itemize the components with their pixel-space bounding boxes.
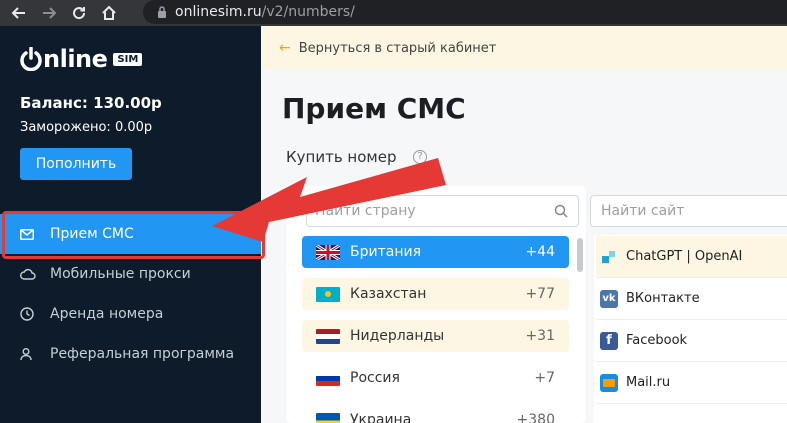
- ru-flag-icon: [316, 370, 340, 386]
- country-code: +31: [525, 328, 555, 344]
- notice-text: Вернуться в старый кабинет: [298, 40, 497, 56]
- home-icon: [102, 5, 116, 20]
- country-name: Британия: [350, 244, 421, 260]
- help-icon[interactable]: ?: [413, 150, 427, 164]
- lock-icon: [158, 6, 166, 18]
- country-name: Казахстан: [350, 286, 427, 302]
- reload-icon: [73, 7, 86, 20]
- logo-text: nline: [43, 45, 108, 73]
- site-name: Facebook: [626, 333, 688, 348]
- country-code: +7: [534, 370, 555, 386]
- sidebar-item-proxy[interactable]: Мобильные прокси: [0, 254, 261, 294]
- country-name: Украина: [350, 412, 412, 423]
- topup-button[interactable]: Пополнить: [20, 148, 132, 180]
- country-item-ua[interactable]: Украина +380: [302, 404, 569, 423]
- users-icon: [20, 347, 40, 361]
- reload-button[interactable]: [68, 2, 90, 24]
- site-name: Mail.ru: [626, 375, 671, 390]
- site-search-input[interactable]: Найти сайт: [590, 195, 787, 227]
- country-list-scrollbar[interactable]: [577, 238, 583, 272]
- home-button[interactable]: [98, 2, 120, 24]
- country-item-nl[interactable]: Нидерланды +31: [302, 320, 569, 352]
- balance: Баланс: 130.00р: [20, 94, 162, 112]
- annotation-highlight-box: [2, 211, 265, 259]
- chatgpt-icon: [600, 248, 618, 266]
- mailru-icon: [600, 373, 618, 392]
- site-name: ChatGPT | OpenAI: [626, 249, 743, 264]
- back-button[interactable]: [8, 2, 30, 24]
- facebook-icon: f: [600, 331, 618, 350]
- url-path: /v2/numbers/: [261, 4, 355, 20]
- buy-number-label: Купить номер: [286, 148, 397, 166]
- country-name: Нидерланды: [350, 328, 445, 344]
- arrow-left-icon: ←: [279, 40, 291, 56]
- search-icon: [554, 204, 568, 218]
- page-title: Прием СМС: [282, 92, 466, 125]
- site-item-vk[interactable]: vk ВКонтакте: [596, 278, 787, 320]
- arrow-right-icon: [43, 7, 57, 19]
- country-item-uk[interactable]: Британия +44: [302, 236, 569, 268]
- sidebar-item-label: Аренда номера: [50, 306, 164, 322]
- country-item-kz[interactable]: Казахстан +77: [302, 278, 569, 310]
- country-search-input[interactable]: Найти страну: [306, 195, 579, 227]
- site-item-mailru[interactable]: Mail.ru: [596, 362, 787, 404]
- browser-toolbar: onlinesim.ru/v2/numbers/: [0, 0, 787, 26]
- url-host: onlinesim.ru: [175, 4, 262, 20]
- forward-button[interactable]: [38, 2, 60, 24]
- arrow-left-icon: [11, 7, 25, 19]
- site-name: ВКонтакте: [626, 291, 700, 306]
- logo-badge: SIM: [113, 52, 143, 66]
- country-code: +380: [516, 412, 555, 423]
- cloud-icon: [20, 268, 40, 280]
- site-item-facebook[interactable]: f Facebook: [596, 320, 787, 362]
- sidebar-item-label: Мобильные прокси: [50, 266, 191, 282]
- site-item-chatgpt[interactable]: ChatGPT | OpenAI: [596, 236, 787, 278]
- country-search-placeholder: Найти страну: [315, 203, 416, 219]
- frozen-balance: Заморожено: 0.00р: [20, 120, 153, 135]
- address-bar[interactable]: onlinesim.ru/v2/numbers/: [143, 0, 787, 24]
- uk-flag-icon: [316, 244, 340, 260]
- sidebar-item-label: Реферальная программа: [50, 346, 235, 362]
- country-code: +44: [525, 244, 555, 260]
- logo[interactable]: nline SIM: [20, 45, 143, 73]
- ua-flag-icon: [316, 412, 340, 423]
- sidebar-item-rent[interactable]: Аренда номера: [0, 294, 261, 334]
- clock-icon: [20, 307, 40, 321]
- sidebar-item-referral[interactable]: Реферальная программа: [0, 334, 261, 374]
- country-item-ru[interactable]: Россия +7: [302, 362, 569, 394]
- old-cabinet-link[interactable]: ← Вернуться в старый кабинет: [261, 26, 787, 70]
- site-search-placeholder: Найти сайт: [601, 203, 685, 219]
- kz-flag-icon: [316, 286, 340, 302]
- country-code: +77: [525, 286, 555, 302]
- vk-icon: vk: [600, 289, 618, 308]
- power-logo-icon: [20, 47, 42, 71]
- country-name: Россия: [350, 370, 400, 386]
- nl-flag-icon: [316, 328, 340, 344]
